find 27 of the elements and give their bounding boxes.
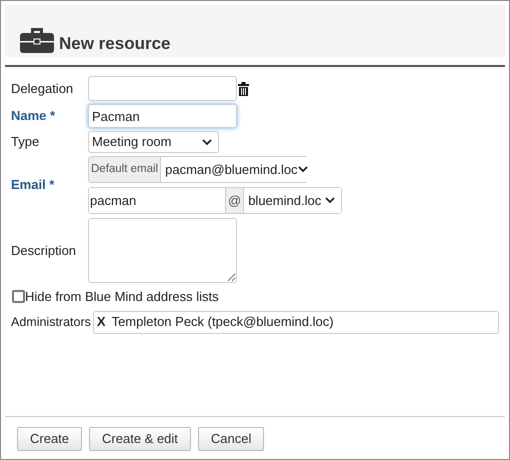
field-addon: @: [225, 188, 244, 213]
action-button[interactable]: Create & edit: [89, 427, 191, 451]
field-label: Name *: [11, 107, 56, 126]
field-addon: Default email: [89, 157, 162, 182]
administrator-tag: Templeton Peck (tpeck@bluemind.loc): [112, 312, 334, 332]
action-button[interactable]: Create: [17, 427, 82, 451]
name-field[interactable]: Pacman: [88, 104, 237, 128]
page-title: New resource: [59, 35, 170, 54]
trash-icon[interactable]: [238, 82, 249, 96]
chevron-down-icon: [298, 166, 308, 173]
field-label: Description: [11, 242, 78, 260]
administrators-field[interactable]: X Templeton Peck (tpeck@bluemind.loc): [92, 310, 499, 334]
chevron-down-icon: [202, 138, 212, 146]
field-label: Type: [11, 133, 40, 152]
field-label: Email *: [11, 176, 56, 194]
type-dropdown[interactable]: Meeting room: [88, 131, 219, 153]
delegation-field[interactable]: [88, 76, 237, 101]
field-label: Delegation: [11, 80, 74, 98]
remove-button[interactable]: X: [96, 312, 106, 332]
checkbox[interactable]: [12, 290, 25, 304]
field-label: Administrators: [11, 314, 91, 331]
email-field[interactable]: pacman @ bluemind.loc: [88, 187, 342, 214]
action-button[interactable]: Cancel: [198, 427, 264, 451]
checkbox-label: Hide from Blue Mind address lists: [25, 288, 219, 306]
description-field[interactable]: [88, 218, 237, 283]
chevron-down-icon: [325, 197, 335, 204]
briefcase-icon: [19, 26, 55, 54]
